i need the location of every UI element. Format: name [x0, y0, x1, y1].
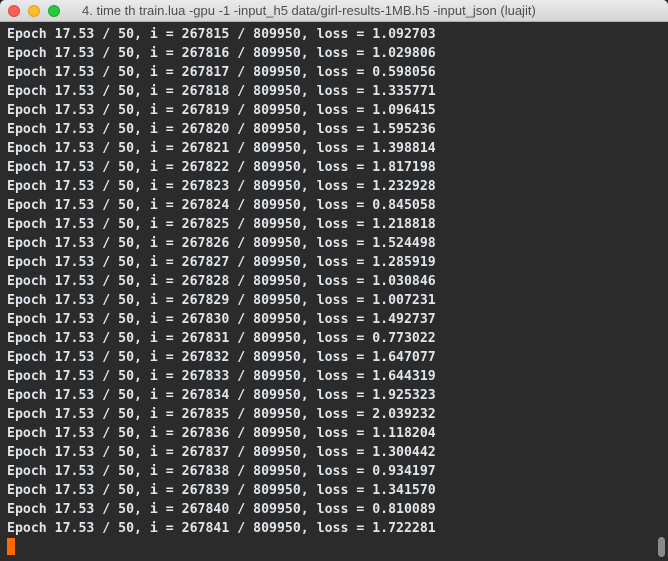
- output-line: Epoch 17.53 / 50, i = 267831 / 809950, l…: [7, 331, 436, 346]
- output-line: Epoch 17.53 / 50, i = 267818 / 809950, l…: [7, 84, 436, 99]
- output-line: Epoch 17.53 / 50, i = 267830 / 809950, l…: [7, 312, 436, 327]
- output-line: Epoch 17.53 / 50, i = 267836 / 809950, l…: [7, 426, 436, 441]
- output-lines: Epoch 17.53 / 50, i = 267815 / 809950, l…: [7, 25, 436, 538]
- terminal-output[interactable]: Epoch 17.53 / 50, i = 267815 / 809950, l…: [0, 22, 668, 561]
- window-title: 4. time th train.lua -gpu -1 -input_h5 d…: [82, 3, 536, 18]
- output-line: Epoch 17.53 / 50, i = 267834 / 809950, l…: [7, 388, 436, 403]
- output-line: Epoch 17.53 / 50, i = 267820 / 809950, l…: [7, 122, 436, 137]
- output-line: Epoch 17.53 / 50, i = 267828 / 809950, l…: [7, 274, 436, 289]
- output-line: Epoch 17.53 / 50, i = 267821 / 809950, l…: [7, 141, 436, 156]
- output-line: Epoch 17.53 / 50, i = 267817 / 809950, l…: [7, 65, 436, 80]
- close-button[interactable]: [8, 5, 20, 17]
- output-line: Epoch 17.53 / 50, i = 267825 / 809950, l…: [7, 217, 436, 232]
- output-line: Epoch 17.53 / 50, i = 267838 / 809950, l…: [7, 464, 436, 479]
- output-line: Epoch 17.53 / 50, i = 267829 / 809950, l…: [7, 293, 436, 308]
- terminal-window: 4. time th train.lua -gpu -1 -input_h5 d…: [0, 0, 668, 561]
- output-line: Epoch 17.53 / 50, i = 267816 / 809950, l…: [7, 46, 436, 61]
- output-line: Epoch 17.53 / 50, i = 267832 / 809950, l…: [7, 350, 436, 365]
- output-line: Epoch 17.53 / 50, i = 267824 / 809950, l…: [7, 198, 436, 213]
- output-line: Epoch 17.53 / 50, i = 267833 / 809950, l…: [7, 369, 436, 384]
- minimize-button[interactable]: [28, 5, 40, 17]
- output-line: Epoch 17.53 / 50, i = 267839 / 809950, l…: [7, 483, 436, 498]
- text-cursor: [7, 538, 15, 555]
- output-line: Epoch 17.53 / 50, i = 267819 / 809950, l…: [7, 103, 436, 118]
- output-line: Epoch 17.53 / 50, i = 267815 / 809950, l…: [7, 27, 436, 42]
- zoom-button[interactable]: [48, 5, 60, 17]
- output-line: Epoch 17.53 / 50, i = 267822 / 809950, l…: [7, 160, 436, 175]
- output-line: Epoch 17.53 / 50, i = 267823 / 809950, l…: [7, 179, 436, 194]
- output-line: Epoch 17.53 / 50, i = 267840 / 809950, l…: [7, 502, 436, 517]
- output-line: Epoch 17.53 / 50, i = 267835 / 809950, l…: [7, 407, 436, 422]
- output-line: Epoch 17.53 / 50, i = 267841 / 809950, l…: [7, 521, 436, 536]
- output-line: Epoch 17.53 / 50, i = 267837 / 809950, l…: [7, 445, 436, 460]
- output-line: Epoch 17.53 / 50, i = 267827 / 809950, l…: [7, 255, 436, 270]
- scrollbar[interactable]: [658, 537, 665, 557]
- output-line: Epoch 17.53 / 50, i = 267826 / 809950, l…: [7, 236, 436, 251]
- title-bar[interactable]: 4. time th train.lua -gpu -1 -input_h5 d…: [0, 0, 668, 22]
